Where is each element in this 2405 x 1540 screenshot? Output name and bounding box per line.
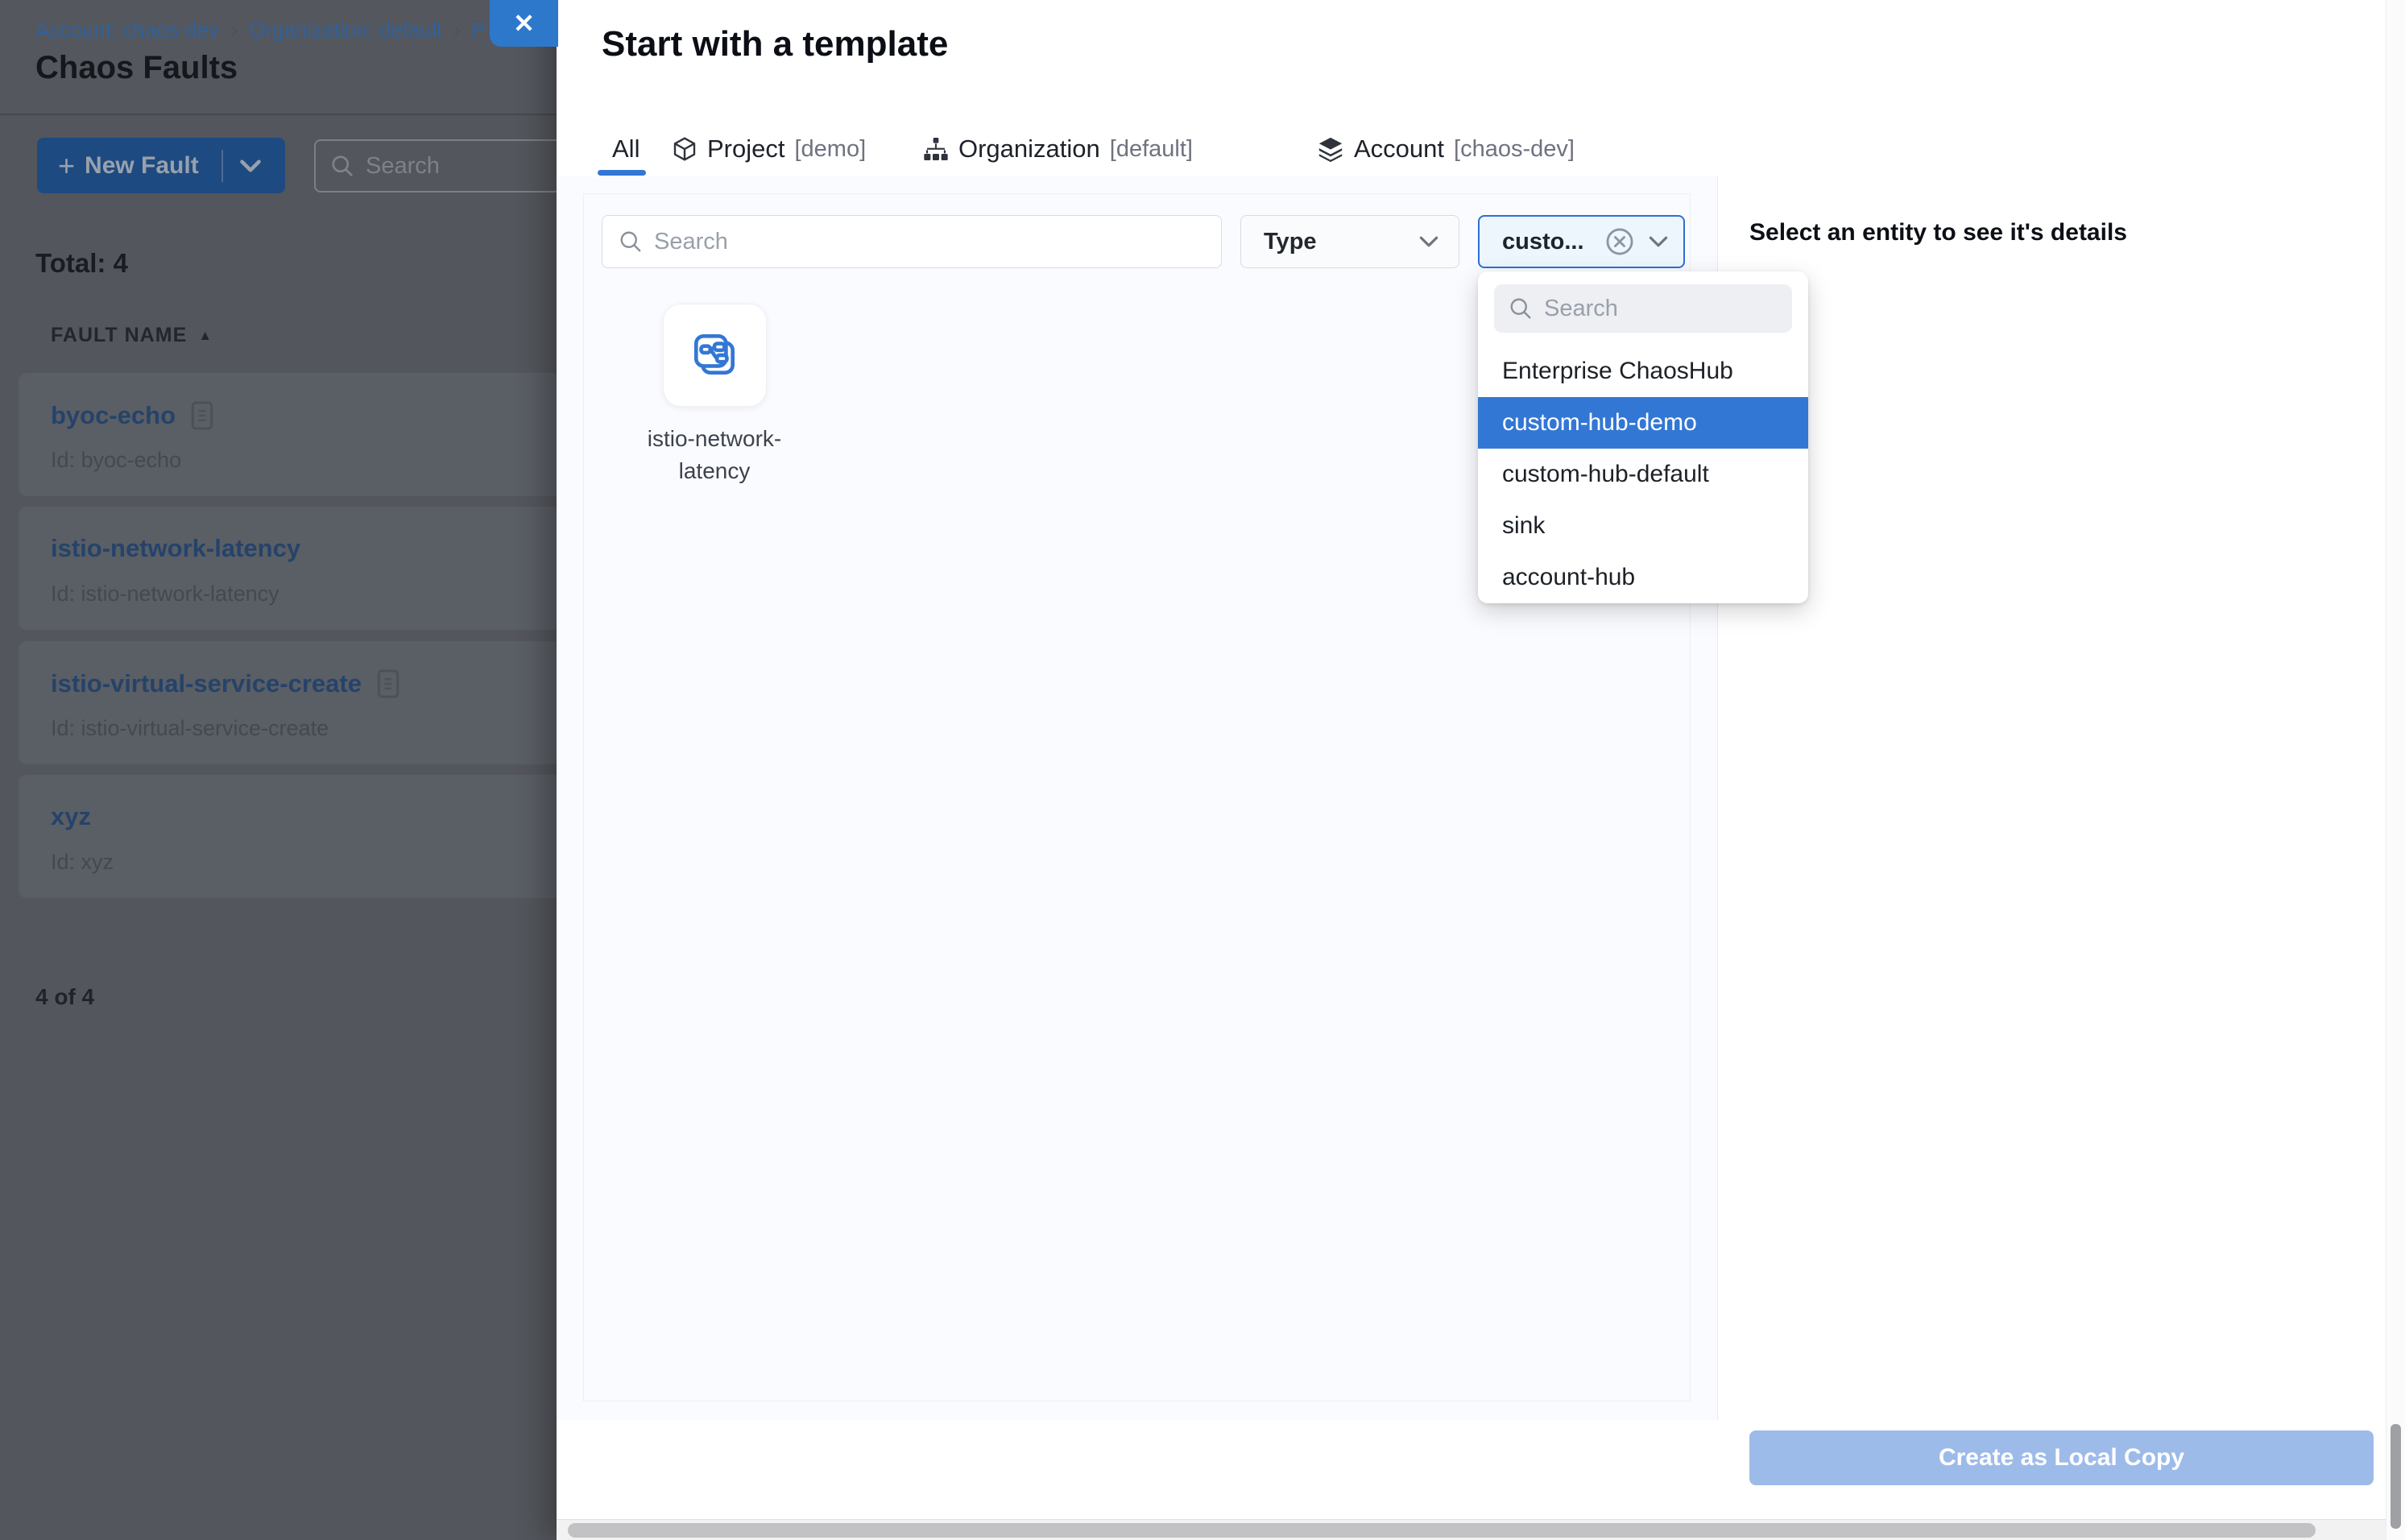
chevron-down-icon bbox=[1648, 235, 1669, 248]
fault-name-column-header[interactable]: FAULT NAME ▲ bbox=[51, 324, 213, 347]
layers-icon bbox=[1317, 135, 1344, 163]
app-root: Account: chaos-dev › Organization: defau… bbox=[0, 0, 2405, 1540]
search-icon bbox=[619, 230, 643, 254]
close-drawer-button[interactable]: ✕ bbox=[490, 0, 558, 47]
chevron-down-icon[interactable] bbox=[239, 159, 262, 173]
tab-all[interactable]: All bbox=[612, 129, 640, 169]
hub-option-custom-hub-demo[interactable]: custom-hub-demo bbox=[1478, 397, 1808, 449]
faults-search-input[interactable] bbox=[366, 153, 543, 180]
page-header: Account: chaos-dev › Organization: defau… bbox=[0, 0, 557, 115]
breadcrumb-project-link[interactable]: P bbox=[472, 18, 486, 43]
horizontal-scrollbar[interactable] bbox=[557, 1519, 2386, 1540]
chevron-down-icon bbox=[1418, 235, 1439, 248]
button-divider bbox=[221, 150, 223, 182]
table-row[interactable]: byoc-echo Id: byoc-echo bbox=[19, 373, 557, 496]
plus-icon: + bbox=[58, 149, 75, 183]
fault-id: Id: byoc-echo bbox=[51, 448, 181, 473]
tab-account[interactable]: Account [chaos-dev] bbox=[1317, 129, 1575, 169]
hub-dropdown-menu: Enterprise ChaosHub custom-hub-demo cust… bbox=[1478, 271, 1808, 603]
tab-project[interactable]: Project [demo] bbox=[672, 129, 866, 169]
table-row[interactable]: istio-network-latency Id: istio-network-… bbox=[19, 507, 557, 630]
close-icon: ✕ bbox=[513, 8, 535, 39]
hub-option-account-hub[interactable]: account-hub bbox=[1478, 552, 1808, 603]
template-card-label: istio-network-latency bbox=[614, 423, 815, 487]
type-filter-label: Type bbox=[1264, 229, 1317, 255]
fault-name-link[interactable]: byoc-echo bbox=[51, 401, 176, 430]
page-title: Chaos Faults bbox=[35, 50, 238, 86]
tab-label: Account bbox=[1354, 135, 1444, 164]
new-fault-label: New Fault bbox=[85, 152, 199, 180]
vertical-scrollbar[interactable] bbox=[2386, 0, 2405, 1540]
sort-ascending-icon: ▲ bbox=[198, 328, 213, 344]
fault-id: Id: xyz bbox=[51, 850, 114, 875]
tab-label: Project bbox=[707, 135, 784, 164]
document-icon bbox=[376, 669, 400, 699]
new-fault-button[interactable]: + New Fault bbox=[37, 138, 285, 193]
pagination-summary: 4 of 4 bbox=[35, 984, 94, 1010]
fault-name-link[interactable]: xyz bbox=[51, 802, 91, 831]
drawer-title: Start with a template bbox=[602, 24, 948, 64]
fault-id: Id: istio-virtual-service-create bbox=[51, 716, 329, 741]
hub-menu-search-box bbox=[1494, 284, 1792, 333]
hub-menu-search-input[interactable] bbox=[1544, 296, 1753, 322]
clear-filter-icon[interactable] bbox=[1604, 226, 1635, 257]
breadcrumb-organization-link[interactable]: Organization: default bbox=[249, 18, 442, 43]
start-with-template-drawer: Start with a template All Project [demo]… bbox=[557, 0, 2405, 1540]
tab-label: Organization bbox=[958, 135, 1100, 164]
total-count: Total: 4 bbox=[35, 248, 128, 279]
hub-filter-value: custo... bbox=[1502, 229, 1604, 255]
details-empty-message: Select an entity to see it's details bbox=[1749, 219, 2127, 246]
tab-organization[interactable]: Organization [default] bbox=[923, 129, 1193, 169]
horizontal-scrollbar-thumb[interactable] bbox=[568, 1523, 2316, 1538]
tab-scope: [default] bbox=[1110, 136, 1193, 163]
hub-option-sink[interactable]: sink bbox=[1478, 500, 1808, 552]
breadcrumb-separator: › bbox=[230, 18, 238, 43]
search-icon bbox=[330, 154, 354, 178]
faults-search-box bbox=[314, 139, 557, 192]
tab-scope: [demo] bbox=[794, 136, 866, 163]
hub-option-custom-hub-default[interactable]: custom-hub-default bbox=[1478, 449, 1808, 500]
template-icon bbox=[689, 329, 742, 382]
tab-label: All bbox=[612, 135, 640, 164]
org-chart-icon bbox=[923, 136, 949, 162]
fault-id: Id: istio-network-latency bbox=[51, 582, 279, 606]
type-filter-dropdown[interactable]: Type bbox=[1240, 215, 1459, 268]
breadcrumb-account-link[interactable]: Account: chaos-dev bbox=[35, 18, 219, 43]
template-search-box bbox=[602, 215, 1222, 268]
hub-filter-dropdown[interactable]: custo... bbox=[1478, 215, 1685, 268]
tab-scope: [chaos-dev] bbox=[1454, 136, 1575, 163]
breadcrumb: Account: chaos-dev › Organization: defau… bbox=[35, 18, 486, 43]
table-row[interactable]: xyz Id: xyz bbox=[19, 775, 557, 898]
search-icon bbox=[1509, 296, 1533, 321]
table-row[interactable]: istio-virtual-service-create Id: istio-v… bbox=[19, 641, 557, 764]
hub-option-enterprise-chaoshub[interactable]: Enterprise ChaosHub bbox=[1478, 346, 1808, 397]
template-search-input[interactable] bbox=[654, 229, 1137, 255]
fault-name-link[interactable]: istio-network-latency bbox=[51, 534, 300, 563]
document-icon bbox=[190, 400, 214, 431]
cube-icon bbox=[672, 136, 697, 162]
vertical-scrollbar-thumb[interactable] bbox=[2391, 1424, 2401, 1529]
chaos-faults-page: Account: chaos-dev › Organization: defau… bbox=[0, 0, 557, 1540]
fault-name-link[interactable]: istio-virtual-service-create bbox=[51, 669, 362, 698]
template-card-istio-network-latency[interactable] bbox=[663, 304, 767, 407]
active-tab-indicator bbox=[598, 170, 646, 176]
create-as-local-copy-button[interactable]: Create as Local Copy bbox=[1749, 1430, 2374, 1485]
column-label: FAULT NAME bbox=[51, 324, 187, 347]
breadcrumb-separator: › bbox=[453, 18, 461, 43]
